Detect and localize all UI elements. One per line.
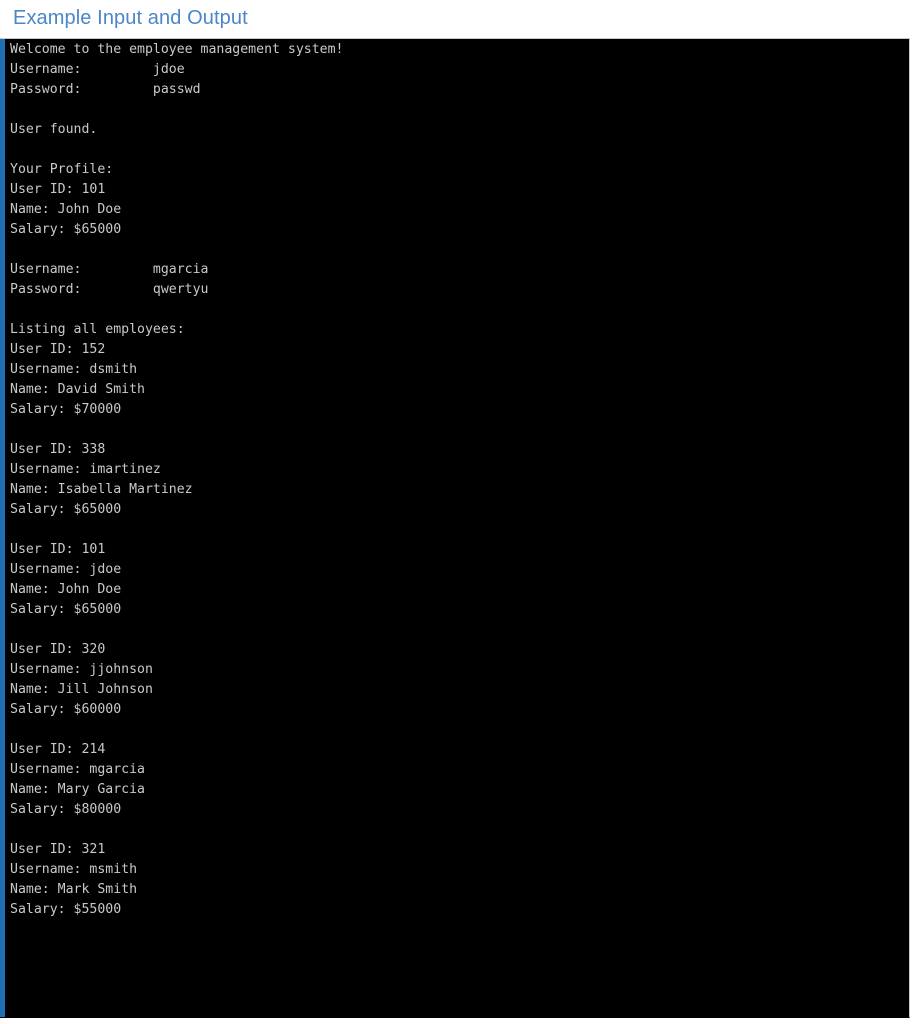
page-root: Example Input and Output Welcome to the …	[0, 0, 923, 1024]
page-title: Example Input and Output	[13, 7, 248, 29]
console-output-panel: Welcome to the employee management syste…	[0, 38, 910, 1018]
console-output-text: Welcome to the employee management syste…	[10, 42, 344, 917]
console-accent-bar	[0, 39, 5, 1017]
